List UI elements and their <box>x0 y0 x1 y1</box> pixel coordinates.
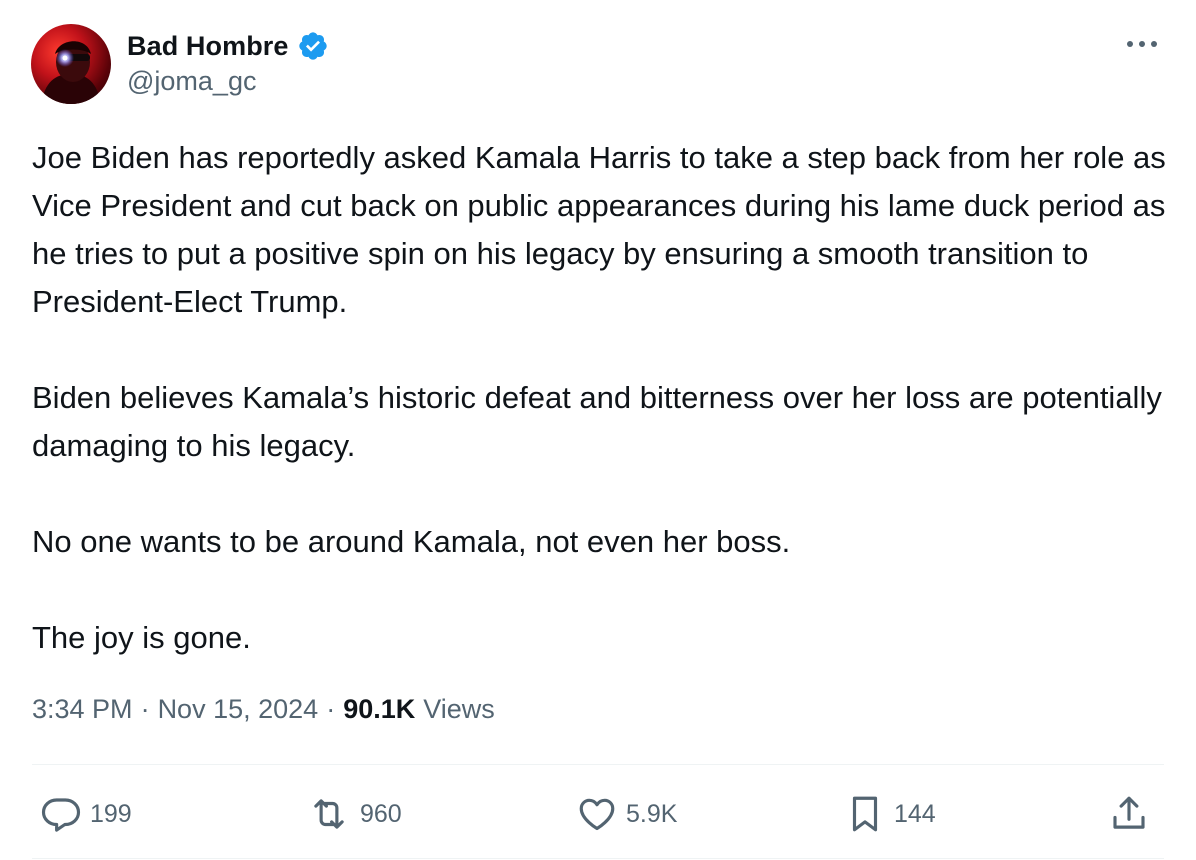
tweet-card: Bad Hombre @joma_gc Joe Biden has report… <box>0 0 1196 860</box>
bookmark-count: 144 <box>894 799 936 828</box>
bookmark-icon <box>852 796 878 832</box>
like-count: 5.9K <box>626 799 678 828</box>
verified-badge-icon <box>298 32 327 60</box>
more-options-icon <box>1127 41 1157 47</box>
share-button[interactable] <box>1108 786 1150 842</box>
author-handle[interactable]: @joma_gc <box>127 66 256 97</box>
author-name-row: Bad Hombre <box>127 28 329 64</box>
meta-separator: · <box>326 694 336 724</box>
divider <box>32 764 1164 765</box>
repost-count: 960 <box>360 799 402 828</box>
tweet-paragraph: Biden believes Kamala’s historic defeat … <box>32 380 1162 463</box>
reply-button[interactable]: 199 <box>40 786 132 842</box>
more-options-button[interactable] <box>1122 30 1162 58</box>
avatar[interactable] <box>31 24 111 104</box>
tweet-time[interactable]: 3:34 PM <box>32 694 133 725</box>
tweet-paragraph: The joy is gone. <box>32 620 251 655</box>
tweet-text: Joe Biden has reportedly asked Kamala Ha… <box>32 134 1172 662</box>
repost-icon <box>314 799 344 829</box>
like-button[interactable]: 5.9K <box>576 786 677 842</box>
tweet-paragraph: Joe Biden has reportedly asked Kamala Ha… <box>32 140 1166 319</box>
divider <box>32 858 1164 859</box>
meta-separator: · <box>140 694 150 724</box>
heart-icon <box>579 798 615 831</box>
reply-count: 199 <box>90 799 132 828</box>
tweet-meta: 3:34 PM · Nov 15, 2024 · 90.1K Views <box>32 694 495 725</box>
repost-button[interactable]: 960 <box>306 786 402 842</box>
bookmark-button[interactable]: 144 <box>844 786 936 842</box>
avatar-image <box>41 41 101 104</box>
tweet-date[interactable]: Nov 15, 2024 <box>158 694 319 725</box>
reply-icon <box>41 798 81 832</box>
share-icon <box>1113 796 1145 829</box>
views-label: Views <box>423 694 495 724</box>
author-display-name[interactable]: Bad Hombre <box>127 31 289 62</box>
views-count[interactable]: 90.1K <box>343 694 415 725</box>
action-bar: 199 960 5.9K 144 <box>32 786 1164 842</box>
tweet-paragraph: No one wants to be around Kamala, not ev… <box>32 524 791 559</box>
